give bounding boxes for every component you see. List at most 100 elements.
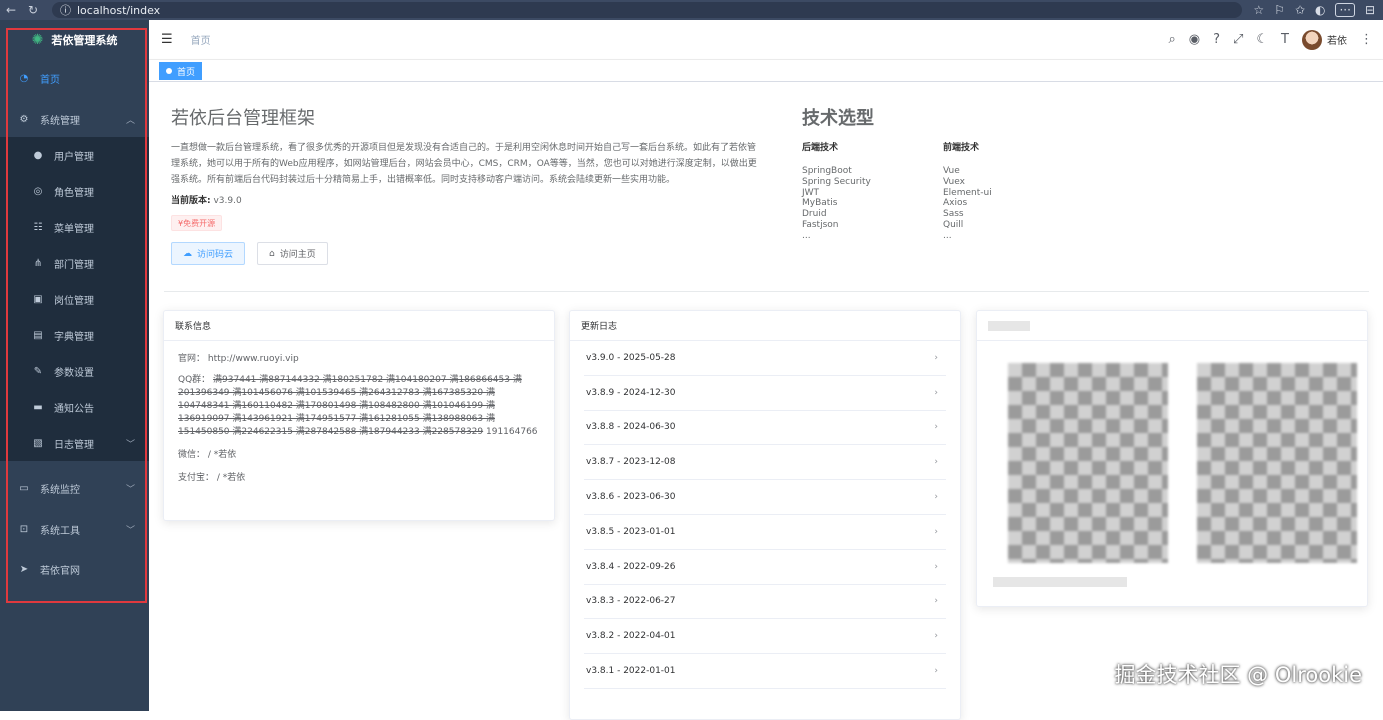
question-icon[interactable]: ?: [1213, 32, 1220, 47]
home-icon: ⌂: [269, 248, 275, 259]
donate-card: [976, 310, 1368, 607]
tech-title: 技术选型: [802, 108, 874, 129]
profile-icon[interactable]: ◐: [1315, 3, 1325, 17]
sidebar-item-0[interactable]: ◔ 首页: [0, 58, 149, 98]
sidebar-item-label: 岗位管理: [54, 295, 94, 307]
chevron-right-icon: ›: [934, 596, 938, 607]
url-text: localhost/index: [77, 3, 161, 17]
navbar-actions: ⌕ ◉ ? ⤢ ☾ T 若依 ⋮: [1168, 29, 1383, 50]
sidebar-item-3[interactable]: ◎ 角色管理: [0, 173, 149, 209]
changelog-title: v3.8.6 - 2023-06-30: [586, 492, 676, 503]
tags-view: 首页: [149, 60, 1383, 82]
chevron-up-icon: ︿: [125, 115, 135, 126]
extension-icon[interactable]: ⚐: [1274, 3, 1285, 17]
browser-toolbar: ← ↻ ⓘ localhost/index ☆ ⚐ ✩ ◐ ··· ⊟: [0, 0, 1383, 20]
changelog-row[interactable]: v3.9.0 - 2025-05-28 ›: [584, 341, 946, 376]
version-value: v3.9.0: [213, 196, 242, 206]
intro-text: 一直想做一款后台管理系统，看了很多优秀的开源项目但是发现没有合适自己的。于是利用…: [171, 143, 757, 185]
chevron-right-icon: ›: [934, 526, 938, 537]
star-icon[interactable]: ☆: [1253, 3, 1264, 17]
wechat-value[interactable]: / *若依: [208, 450, 236, 460]
user-icon: ●: [33, 149, 43, 161]
backend-tech-item: Druid: [802, 209, 827, 220]
changelog-row[interactable]: v3.8.2 - 2022-04-01 ›: [584, 619, 946, 655]
size-icon[interactable]: T: [1281, 32, 1289, 47]
version-label: 当前版本:: [171, 196, 211, 206]
wechat-line: 微信： / *若依: [178, 449, 540, 462]
message-icon: ▬: [33, 401, 43, 413]
tag-home[interactable]: 首页: [159, 62, 203, 80]
sidebar-item-1[interactable]: ⚙ 系统管理 ︿: [0, 99, 149, 139]
chevron-right-icon: ›: [934, 492, 938, 503]
frontend-tech-item: Axios: [943, 198, 968, 209]
github-icon[interactable]: ◉: [1189, 32, 1200, 47]
alipay-value[interactable]: / *若依: [217, 473, 245, 483]
address-bar[interactable]: ⓘ localhost/index: [52, 2, 1242, 18]
sidebar-item-10[interactable]: ▧ 日志管理 ﹀: [0, 425, 149, 461]
changelog-header: 更新日志: [570, 311, 960, 341]
sidebar-item-6[interactable]: ▣ 岗位管理: [0, 281, 149, 317]
frontend-list: Vue Vuex Element-ui Axios Sass Quill...: [943, 166, 992, 242]
dict-icon: ▤: [33, 329, 43, 341]
qq-group-open[interactable]: 191164766: [486, 427, 538, 437]
sidebar-item-label: 系统工具: [40, 525, 80, 537]
favorites-icon[interactable]: ✩: [1295, 3, 1305, 17]
sidebar-item-11[interactable]: ▭ 系统监控 ﹀: [0, 468, 149, 508]
website-link[interactable]: http://www.ruoyi.vip: [208, 354, 299, 364]
chevron-right-icon: ›: [934, 352, 938, 363]
visit-home-button[interactable]: ⌂ 访问主页: [257, 242, 328, 265]
changelog-row[interactable]: v3.8.4 - 2022-09-26 ›: [584, 550, 946, 585]
user-name[interactable]: 若依: [1327, 32, 1347, 47]
sidebar-item-7[interactable]: ▤ 字典管理: [0, 317, 149, 353]
sidebar-toggle-icon[interactable]: ⊟: [1365, 3, 1375, 17]
sidebar-item-5[interactable]: ⋔ 部门管理: [0, 245, 149, 281]
sidebar-item-label: 角色管理: [54, 187, 94, 199]
visit-gitee-label: 访问码云: [197, 250, 234, 260]
gear-icon: ⚙: [19, 113, 29, 125]
search-icon[interactable]: ⌕: [1168, 32, 1175, 47]
tag-dot-icon: [166, 68, 172, 74]
sidebar-item-label: 首页: [40, 74, 60, 86]
fullscreen-icon[interactable]: ⤢: [1233, 32, 1243, 47]
guide-icon: ➤: [19, 563, 29, 575]
contact-body: 官网： http://www.ruoyi.vip QQ群： 满937441 满8…: [164, 341, 554, 495]
sidebar-item-2[interactable]: ● 用户管理: [0, 137, 149, 173]
visit-gitee-button[interactable]: ☁ 访问码云: [171, 242, 246, 265]
chevron-down-icon: ﹀: [125, 525, 135, 536]
changelog-row[interactable]: v3.8.9 - 2024-12-30 ›: [584, 376, 946, 411]
changelog-row[interactable]: v3.8.1 - 2022-01-01 ›: [584, 654, 946, 689]
sidebar-item-12[interactable]: ⊡ 系统工具 ﹀: [0, 509, 149, 549]
navbar: ☰ 首页 ⌕ ◉ ? ⤢ ☾ T 若依 ⋮: [149, 20, 1383, 60]
breadcrumb: 首页: [190, 36, 211, 47]
changelog-row[interactable]: v3.8.3 - 2022-06-27 ›: [584, 585, 946, 620]
avatar[interactable]: [1302, 29, 1322, 50]
sidebar-item-8[interactable]: ✎ 参数设置: [0, 353, 149, 389]
cloud-icon: ☁: [183, 248, 192, 259]
sidebar-item-label: 通知公告: [54, 403, 94, 415]
chevron-down-icon: ﹀: [125, 439, 135, 450]
changelog-row[interactable]: v3.8.5 - 2023-01-01 ›: [584, 515, 946, 550]
reload-icon[interactable]: ↻: [22, 3, 44, 17]
more-icon[interactable]: ···: [1335, 3, 1355, 17]
frontend-tech-item: Element-ui: [943, 187, 992, 198]
backend-tech-item: Spring Security: [802, 176, 871, 187]
changelog-card: 更新日志 v3.9.0 - 2025-05-28 › v3.8.9 - 2024-1…: [569, 310, 961, 720]
sidebar-item-9[interactable]: ▬ 通知公告: [0, 389, 149, 425]
changelog-row[interactable]: v3.8.7 - 2023-12-08 ›: [584, 445, 946, 481]
logo[interactable]: ✺ 若依管理系统: [0, 20, 149, 60]
dashboard-icon: ◔: [19, 72, 29, 84]
frontend-title: 前端技术: [943, 143, 980, 153]
changelog-title: v3.8.9 - 2024-12-30: [586, 387, 676, 398]
sidebar-item-13[interactable]: ➤ 若依官网: [0, 549, 149, 589]
theme-icon[interactable]: ☾: [1256, 32, 1268, 47]
back-icon[interactable]: ←: [0, 3, 22, 17]
changelog-title: v3.8.1 - 2022-01-01: [586, 666, 676, 677]
changelog-row[interactable]: v3.8.8 - 2024-06-30 ›: [584, 411, 946, 446]
chevron-right-icon: ›: [934, 666, 938, 677]
free-tag: ¥免费开源: [171, 215, 223, 231]
changelog-title: v3.8.8 - 2024-06-30: [586, 422, 676, 433]
sidebar-item-4[interactable]: ☷ 菜单管理: [0, 209, 149, 245]
changelog-row[interactable]: v3.8.6 - 2023-06-30 ›: [584, 480, 946, 515]
more-vertical-icon[interactable]: ⋮: [1360, 32, 1373, 47]
hamburger-icon[interactable]: ☰: [161, 32, 173, 47]
